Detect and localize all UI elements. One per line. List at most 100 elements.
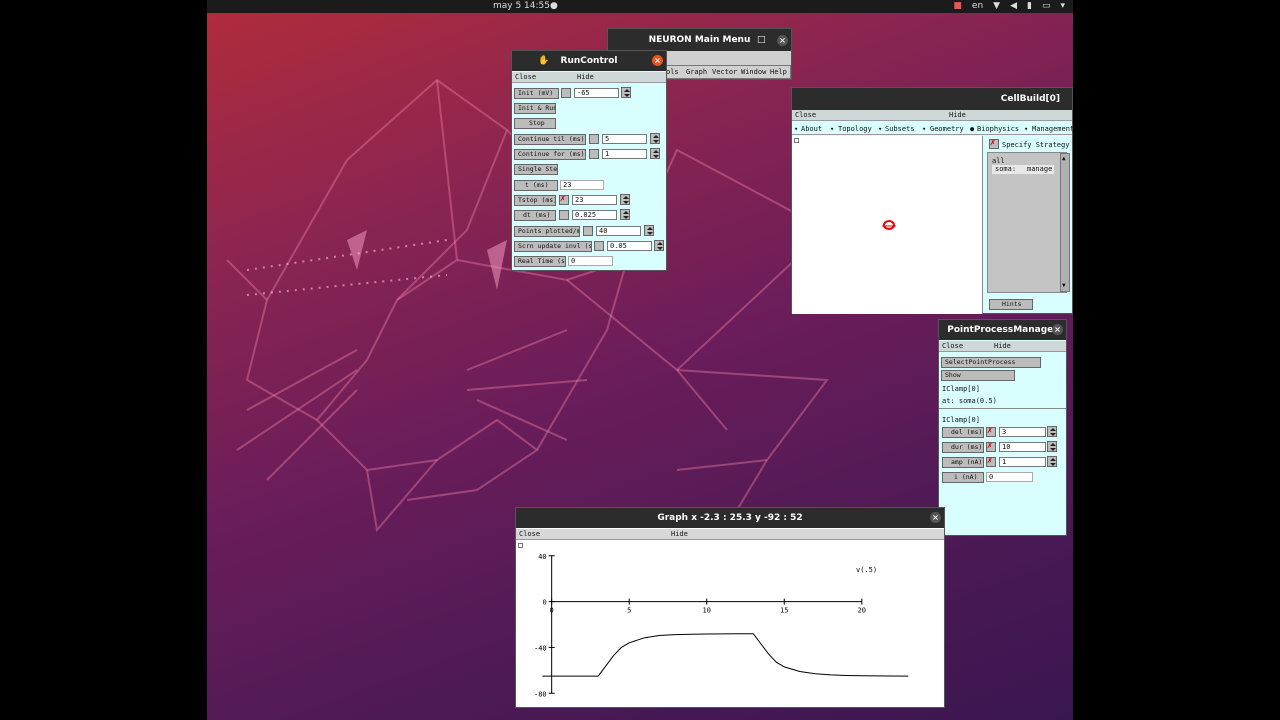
hints-button[interactable]: Hints bbox=[989, 299, 1033, 310]
amp-field[interactable]: 1 bbox=[999, 457, 1046, 467]
cellbuild-canvas[interactable] bbox=[792, 136, 983, 314]
tstop-field[interactable]: 23 bbox=[572, 195, 617, 205]
points-plotted-stepper[interactable] bbox=[644, 225, 654, 236]
menu-window[interactable]: Window bbox=[741, 68, 766, 76]
real-time-button[interactable]: Real Time (s) bbox=[514, 256, 566, 267]
close-icon[interactable]: × bbox=[777, 35, 788, 46]
close-icon[interactable]: × bbox=[1052, 324, 1063, 335]
close-menu[interactable]: Close bbox=[519, 530, 540, 538]
scrn-update-checkbox[interactable] bbox=[594, 241, 604, 251]
list-item-soma[interactable]: soma: manage bbox=[992, 165, 1054, 174]
graph-titlebar[interactable]: Graph x -2.3 : 25.3 y -92 : 52 × bbox=[516, 508, 944, 528]
scrn-update-field[interactable]: 0.05 bbox=[607, 241, 652, 251]
close-menu[interactable]: Close bbox=[515, 73, 536, 81]
del-button[interactable]: del (ms) bbox=[942, 427, 984, 438]
amp-checkbox[interactable] bbox=[986, 456, 996, 467]
minimize-icon[interactable]: – bbox=[733, 29, 738, 51]
menu-graph[interactable]: Graph bbox=[686, 68, 707, 76]
close-icon[interactable]: × bbox=[930, 512, 941, 523]
scrn-update-stepper[interactable] bbox=[654, 240, 664, 251]
init-checkbox[interactable] bbox=[561, 88, 571, 98]
dur-field[interactable]: 10 bbox=[999, 442, 1046, 452]
ppm-titlebar[interactable]: PointProcessManager × bbox=[939, 320, 1066, 340]
tab-management-radio[interactable]: ▾ bbox=[1024, 125, 1028, 133]
hide-menu[interactable]: Hide bbox=[577, 73, 594, 81]
amp-button[interactable]: amp (nA) bbox=[942, 457, 984, 468]
language-indicator[interactable]: en bbox=[972, 0, 983, 13]
scroll-down-icon[interactable]: ▼ bbox=[1062, 282, 1068, 290]
hide-menu[interactable]: Hide bbox=[671, 530, 688, 538]
dur-button[interactable]: dur (ms) bbox=[942, 442, 984, 453]
continue-for-field[interactable]: 1 bbox=[602, 149, 647, 159]
mic-icon[interactable]: ▮ bbox=[1027, 0, 1032, 13]
continue-til-stepper[interactable] bbox=[650, 133, 660, 144]
tab-biophysics[interactable]: Biophysics bbox=[977, 125, 1019, 133]
close-menu[interactable]: Close bbox=[942, 342, 963, 350]
tab-about[interactable]: About bbox=[801, 125, 822, 133]
tab-topology-radio[interactable]: ▾ bbox=[830, 125, 834, 133]
close-icon[interactable]: × bbox=[652, 55, 663, 66]
hide-menu[interactable]: Hide bbox=[994, 342, 1011, 350]
del-checkbox[interactable] bbox=[986, 426, 996, 437]
del-field[interactable]: 3 bbox=[999, 427, 1046, 437]
tstop-checkbox[interactable] bbox=[559, 194, 569, 205]
neuron-main-titlebar[interactable]: NEURON Main Menu – □ × bbox=[608, 29, 791, 51]
init-stepper[interactable] bbox=[621, 87, 631, 98]
continue-til-checkbox[interactable] bbox=[589, 134, 599, 144]
dt-field[interactable]: 0.025 bbox=[572, 210, 617, 220]
list-scrollbar[interactable]: ▲ ▼ bbox=[1060, 153, 1070, 292]
select-point-process-button[interactable]: SelectPointProcess bbox=[941, 357, 1041, 368]
dur-checkbox[interactable] bbox=[986, 441, 996, 452]
subset-list[interactable]: all soma: manage bbox=[987, 152, 1067, 293]
continue-for-stepper[interactable] bbox=[650, 148, 660, 159]
t-button[interactable]: t (ms) bbox=[514, 180, 558, 191]
close-menu[interactable]: Close bbox=[795, 111, 816, 119]
tab-subsets[interactable]: Subsets bbox=[885, 125, 915, 133]
cellbuild-titlebar[interactable]: CellBuild[0] bbox=[792, 88, 1072, 110]
network-icon[interactable]: ▼ bbox=[993, 0, 1000, 13]
dt-stepper[interactable] bbox=[620, 209, 630, 220]
tstop-stepper[interactable] bbox=[620, 194, 630, 205]
list-item-all[interactable]: all bbox=[992, 157, 1005, 165]
points-plotted-checkbox[interactable] bbox=[583, 226, 593, 236]
init-button[interactable]: Init (mV) bbox=[514, 88, 559, 99]
init-run-button[interactable]: Init & Run bbox=[514, 103, 556, 114]
camera-icon[interactable]: ■ bbox=[953, 0, 962, 13]
scrn-update-button[interactable]: Scrn update invl (s) bbox=[514, 241, 592, 252]
menu-help[interactable]: Help bbox=[770, 68, 787, 76]
tab-management[interactable]: Management bbox=[1032, 125, 1074, 133]
specify-strategy-checkbox[interactable] bbox=[989, 138, 999, 149]
dt-button[interactable]: dt (ms) bbox=[514, 210, 556, 221]
tstop-button[interactable]: Tstop (ms) bbox=[514, 195, 556, 206]
soma-shape[interactable] bbox=[882, 220, 896, 230]
scroll-up-icon[interactable]: ▲ bbox=[1062, 155, 1068, 163]
canvas-corner-box[interactable] bbox=[794, 138, 799, 143]
points-plotted-field[interactable]: 40 bbox=[596, 226, 641, 236]
battery-icon[interactable]: ▭ bbox=[1042, 0, 1051, 13]
menu-tools[interactable]: ols bbox=[666, 68, 679, 76]
stop-button[interactable]: Stop bbox=[514, 118, 556, 129]
run-control-titlebar[interactable]: ✋ RunControl × bbox=[512, 51, 666, 71]
dur-stepper[interactable] bbox=[1047, 441, 1057, 452]
tab-topology[interactable]: Topology bbox=[838, 125, 872, 133]
clock[interactable]: may 5 14:55 bbox=[493, 0, 550, 13]
hide-menu[interactable]: Hide bbox=[949, 111, 966, 119]
init-field[interactable]: -65 bbox=[574, 88, 619, 98]
tab-geometry-radio[interactable]: ▾ bbox=[922, 125, 926, 133]
tab-biophysics-radio[interactable]: ● bbox=[970, 125, 974, 133]
tab-subsets-radio[interactable]: ▾ bbox=[878, 125, 882, 133]
continue-til-field[interactable]: 5 bbox=[602, 134, 647, 144]
voltage-plot[interactable]: 0 5 10 15 20 40 0 -40 -80 v(.5) bbox=[516, 542, 944, 707]
single-step-button[interactable]: Single Step bbox=[514, 164, 558, 175]
show-button[interactable]: Show bbox=[941, 370, 1015, 381]
points-plotted-button[interactable]: Points plotted/ms bbox=[514, 226, 580, 237]
dt-checkbox[interactable] bbox=[559, 210, 569, 220]
del-stepper[interactable] bbox=[1047, 426, 1057, 437]
tab-about-radio[interactable]: ▾ bbox=[794, 125, 798, 133]
i-button[interactable]: i (nA) bbox=[942, 472, 984, 483]
continue-for-checkbox[interactable] bbox=[589, 149, 599, 159]
volume-icon[interactable]: ◀ bbox=[1010, 0, 1017, 13]
menu-vector[interactable]: Vector bbox=[712, 68, 737, 76]
continue-for-button[interactable]: Continue for (ms) bbox=[514, 149, 586, 160]
system-menu-icon[interactable]: ▾ bbox=[1060, 0, 1065, 13]
